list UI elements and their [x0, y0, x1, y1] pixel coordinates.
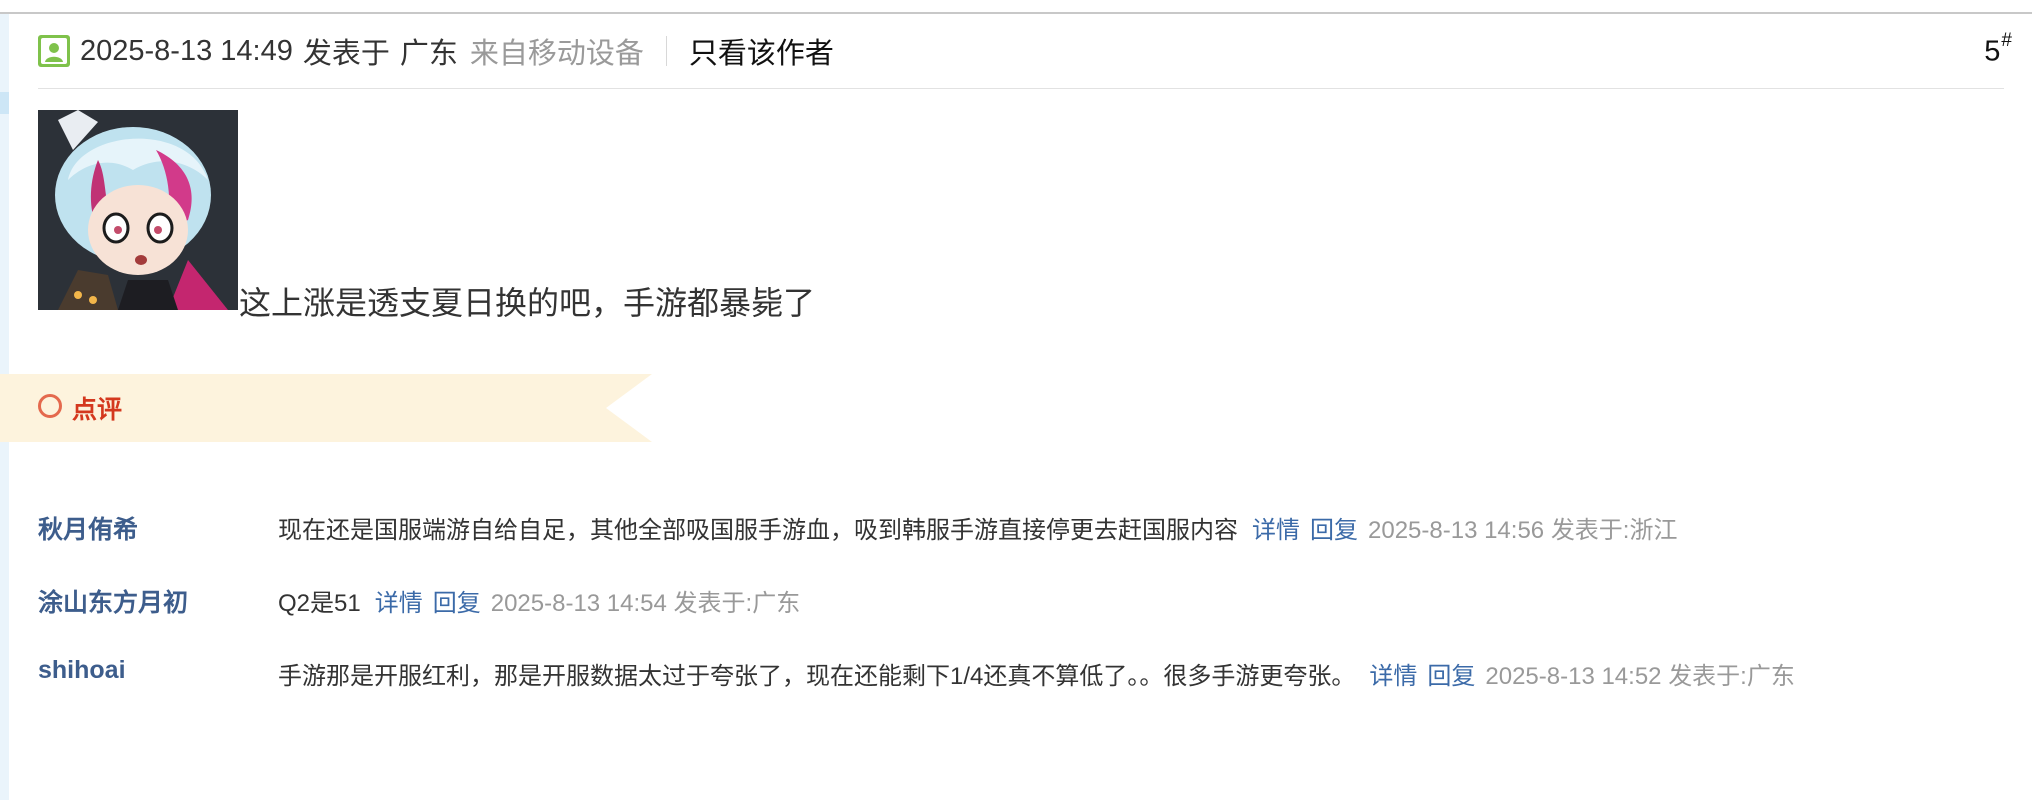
- post-text: 这上涨是透支夏日换的吧，手游都暴毙了: [239, 285, 816, 321]
- comment-detail-link[interactable]: 详情: [375, 590, 423, 617]
- post-location: 广东: [399, 38, 458, 70]
- comment-section-label: 点评: [72, 396, 123, 424]
- user-icon: [38, 35, 70, 67]
- comment-line: 手游那是开服红利，那是开服数据太过于夸张了，现在还能剩下1/4还真不算低了。。很…: [278, 656, 1795, 691]
- comment-meta: 2025-8-13 14:54 发表于:广东: [490, 590, 801, 617]
- post-device: 来自移动设备: [469, 38, 644, 70]
- comment-reply-link[interactable]: 回复: [433, 590, 481, 617]
- comment-text: Q2是51: [278, 590, 361, 617]
- top-border: [0, 0, 2032, 14]
- left-strip-tip: [0, 92, 9, 114]
- floor-number[interactable]: 5#: [1984, 30, 2012, 69]
- comment-meta: 2025-8-13 14:56 发表于:浙江: [1368, 517, 1678, 544]
- anime-character-avatar[interactable]: [38, 110, 238, 310]
- posted-at-label: 发表于: [302, 38, 390, 70]
- comment-row: 秋月侑希 现在还是国服端游自给自足，其他全部吸国服手游血，吸到韩服手游直接停更去…: [38, 510, 1998, 550]
- header-divider: [665, 36, 667, 66]
- comment-text: 手游那是开服红利，那是开服数据太过于夸张了，现在还能剩下1/4还真不算低了。。很…: [278, 663, 1356, 690]
- comment-circle-icon: [38, 394, 62, 418]
- comment-detail-link[interactable]: 详情: [1252, 517, 1300, 544]
- comment-row: 涂山东方月初 Q2是51 详情 回复 2025-8-13 14:54 发表于:广东: [38, 583, 1998, 623]
- comment-line: Q2是51 详情 回复 2025-8-13 14:54 发表于:广东: [278, 583, 800, 618]
- comment-meta: 2025-8-13 14:52 发表于:广东: [1485, 663, 1795, 690]
- floor-symbol: #: [2001, 30, 2012, 51]
- comment-reply-link[interactable]: 回复: [1310, 517, 1358, 544]
- post-body: 这上涨是透支夏日换的吧，手游都暴毙了: [38, 110, 1998, 321]
- only-author-link[interactable]: 只看该作者: [689, 30, 834, 72]
- comment-reply-link[interactable]: 回复: [1427, 663, 1475, 690]
- post-time: 2025-8-13 14:49: [80, 34, 293, 67]
- comment-username[interactable]: 涂山东方月初: [38, 583, 188, 619]
- comment-detail-link[interactable]: 详情: [1369, 663, 1417, 690]
- comment-username[interactable]: 秋月侑希: [38, 510, 138, 546]
- floor-number-value: 5: [1984, 35, 2001, 68]
- comment-text: 现在还是国服端游自给自足，其他全部吸国服手游血，吸到韩服手游直接停更去赶国服内容: [278, 517, 1238, 544]
- post-header: 2025-8-13 14:49 发表于 广东 来自移动设备 只看该作者: [38, 14, 2004, 89]
- comment-row: shihoai 手游那是开服红利，那是开服数据太过于夸张了，现在还能剩下1/4还…: [38, 656, 1998, 696]
- comment-username[interactable]: shihoai: [38, 656, 126, 685]
- comment-line: 现在还是国服端游自给自足，其他全部吸国服手游血，吸到韩服手游直接停更去赶国服内容…: [278, 510, 1677, 545]
